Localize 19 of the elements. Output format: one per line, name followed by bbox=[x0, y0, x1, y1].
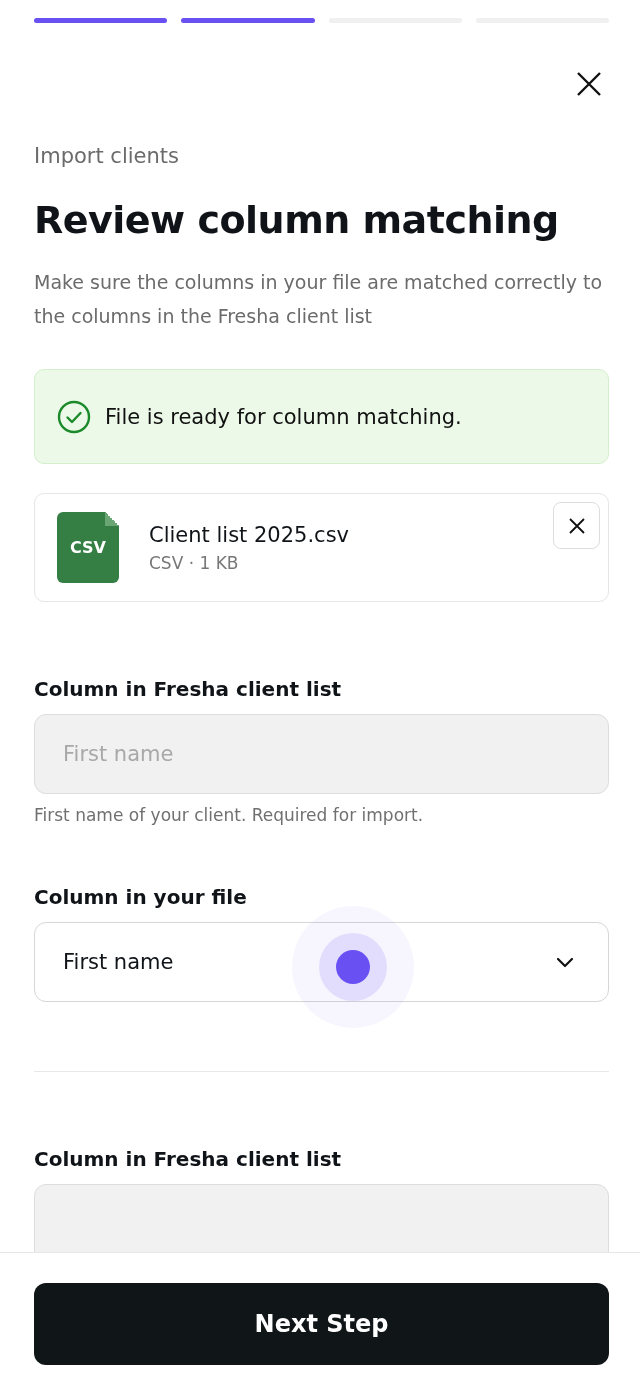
close-icon bbox=[568, 517, 585, 534]
field-label: Column in Fresha client list bbox=[34, 1146, 343, 1173]
alert-text: File is ready for column matching. bbox=[105, 404, 462, 429]
page-title: Review column matching bbox=[34, 197, 560, 244]
file-name: Client list 2025.csv bbox=[149, 521, 350, 549]
field-label: Column in Fresha client list bbox=[34, 676, 343, 703]
chevron-down-icon bbox=[556, 956, 574, 968]
field-label: Column in your file bbox=[34, 884, 248, 911]
helper-text: First name of your client. Required for import. bbox=[34, 804, 425, 827]
csv-file-icon: CSV bbox=[57, 512, 119, 583]
breadcrumb-text: Import clients bbox=[34, 143, 180, 170]
next-step-button[interactable]: Next Step bbox=[34, 1283, 609, 1365]
remove-file-button[interactable] bbox=[553, 502, 600, 549]
close-button[interactable] bbox=[576, 71, 602, 97]
file-column-dropdown[interactable]: First name bbox=[34, 922, 609, 1002]
close-icon bbox=[576, 71, 602, 97]
file-meta: CSV · 1 KB bbox=[149, 551, 239, 575]
check-circle-icon bbox=[57, 399, 91, 434]
description-text: Make sure the columns in your file are matched correctly to the columns in the Fresha client list bbox=[34, 270, 604, 329]
